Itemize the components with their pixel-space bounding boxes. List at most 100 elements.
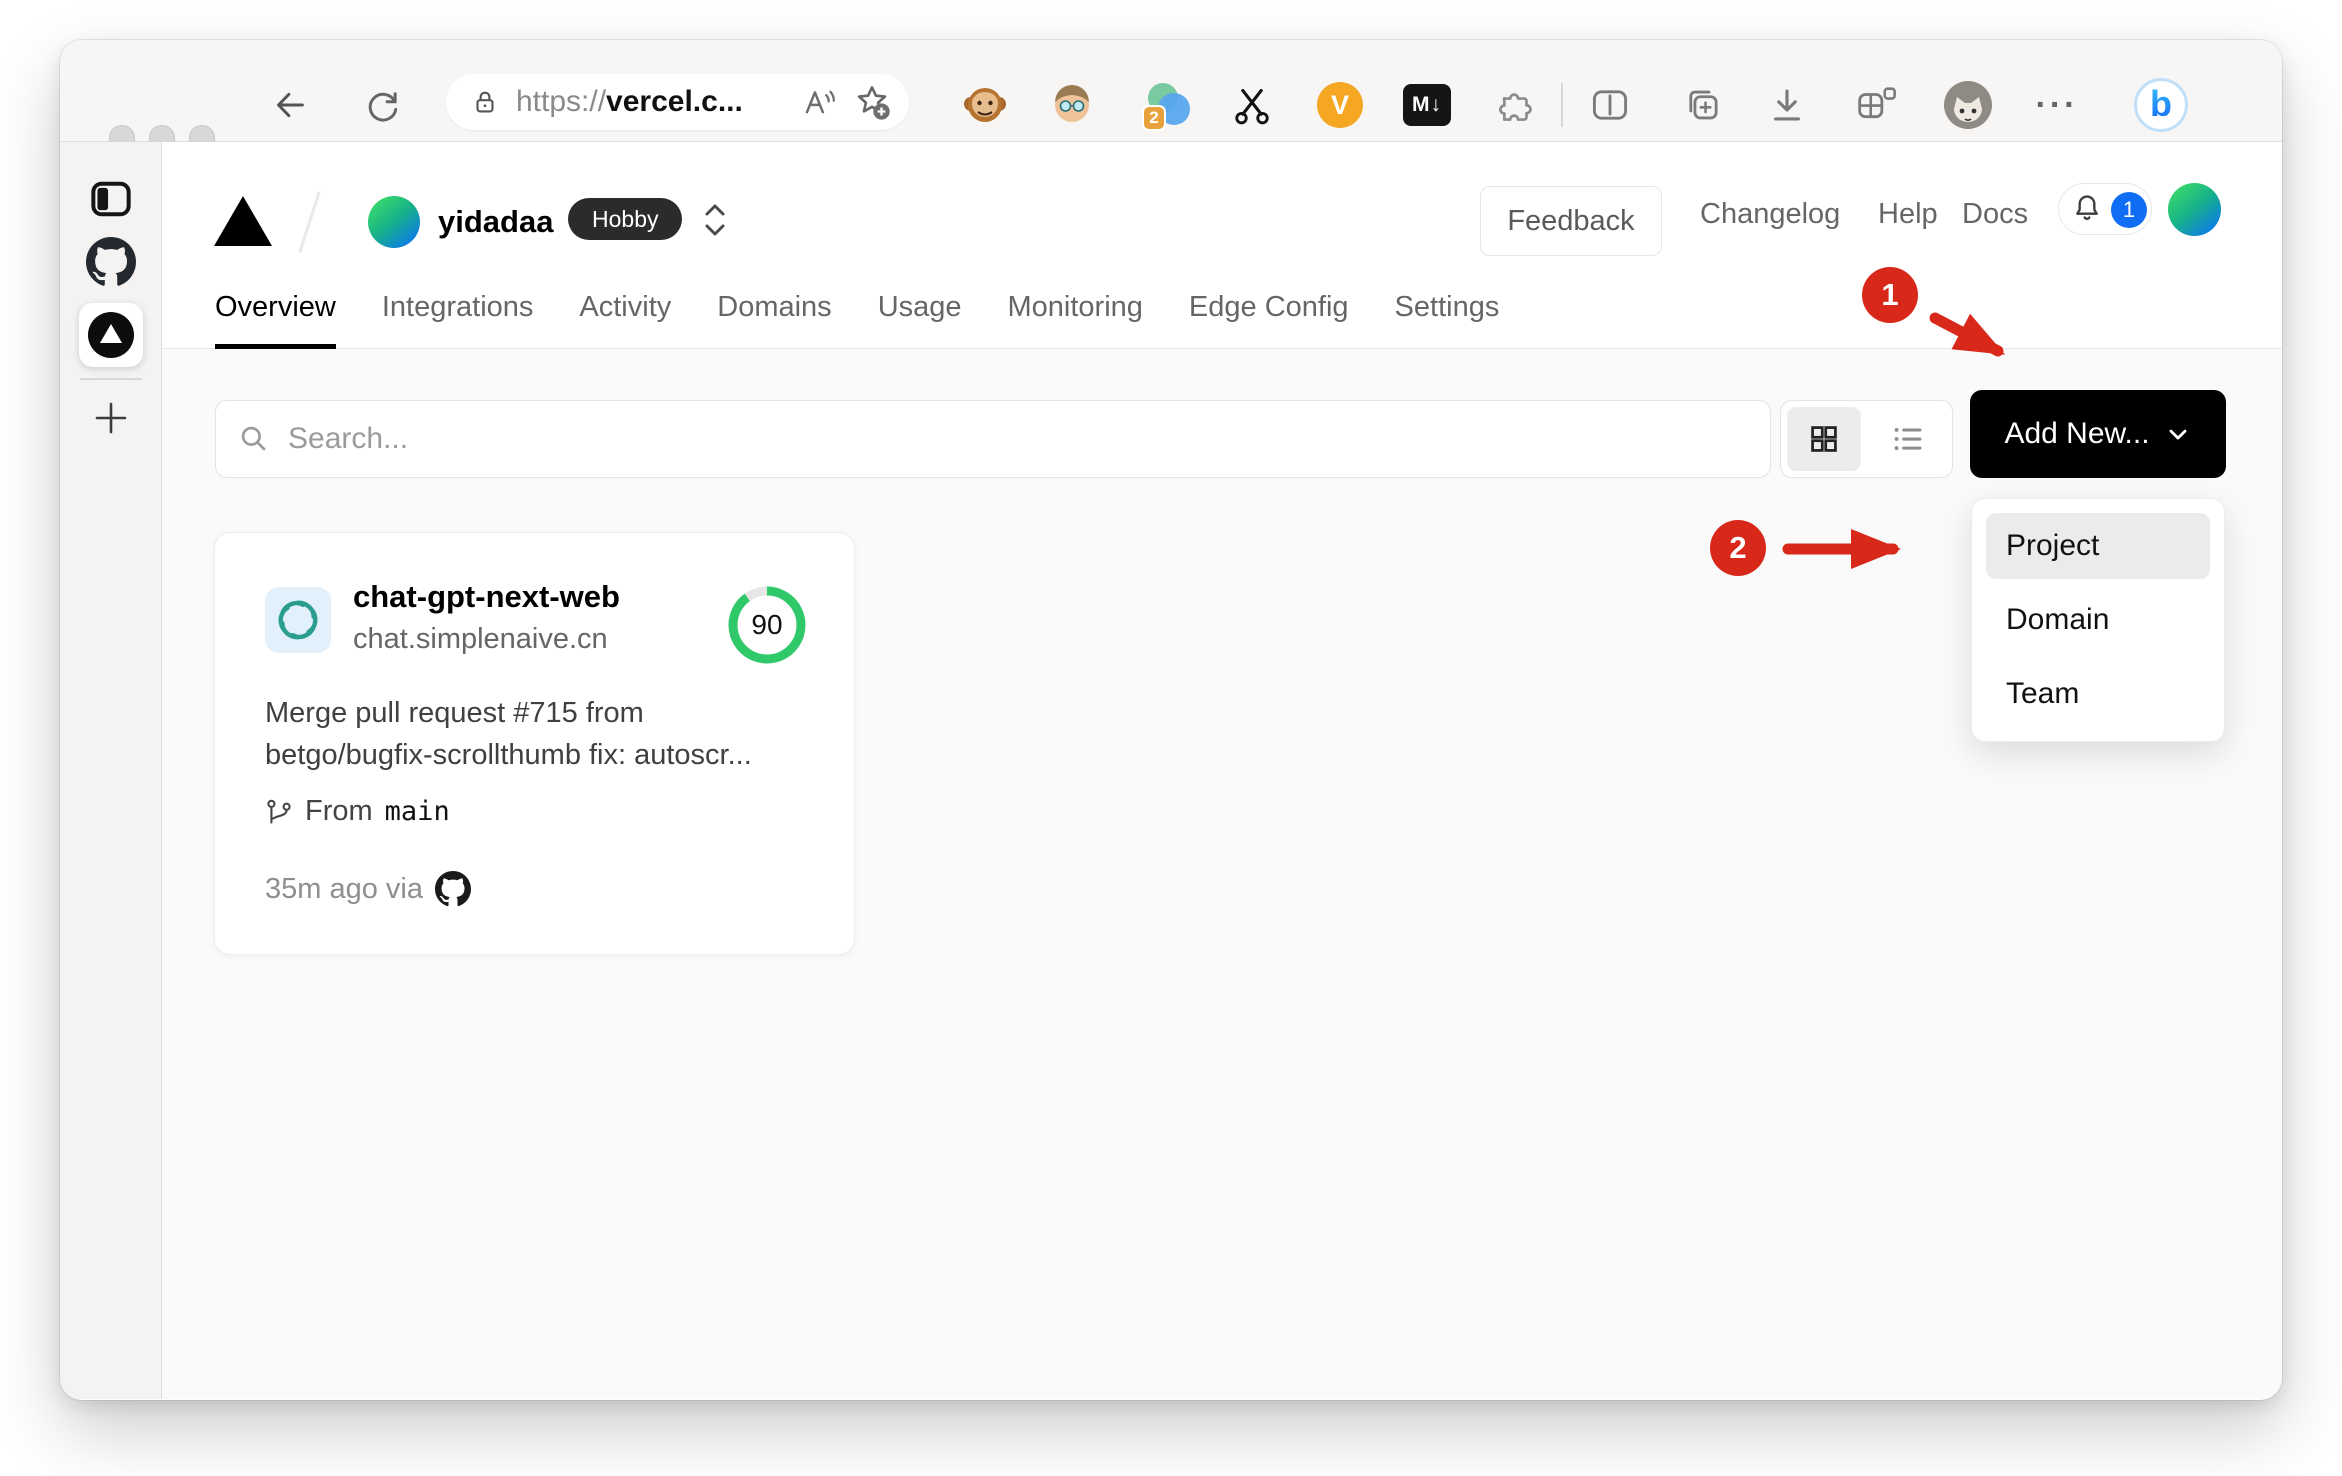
bing-chat-button[interactable]: b [2133, 77, 2189, 133]
cat-avatar [1944, 81, 1992, 129]
add-new-dropdown: Project Domain Team [1971, 498, 2225, 742]
project-name[interactable]: chat-gpt-next-web [353, 579, 620, 615]
tab-overview[interactable]: Overview [215, 291, 336, 349]
extension-markdown[interactable]: M↓ [1399, 77, 1455, 133]
add-new-label: Add New... [2004, 417, 2150, 450]
favorite-star-icon[interactable] [853, 83, 891, 121]
extensions-menu-button[interactable] [1488, 77, 1544, 133]
github-favicon [85, 237, 136, 286]
chevron-updown-icon [705, 204, 725, 236]
lighthouse-score-ring: 90 [727, 585, 807, 665]
project-domain[interactable]: chat.simplenaive.cn [353, 623, 608, 656]
tab-activity[interactable]: Activity [579, 291, 671, 348]
team-switcher-button[interactable] [702, 200, 728, 240]
docs-link[interactable]: Docs [1962, 198, 2028, 231]
branch-prefix: From [305, 795, 373, 827]
project-icon-tile [265, 587, 331, 653]
reload-icon [368, 92, 398, 122]
plan-badge: Hobby [568, 198, 683, 240]
tab-usage[interactable]: Usage [878, 291, 962, 348]
extension-tabs-counter[interactable]: 2 [1140, 77, 1196, 133]
circles-icon: 2 [1142, 83, 1190, 131]
new-tab-button[interactable] [87, 394, 135, 442]
v-circle-icon: V [1317, 82, 1363, 128]
changelog-link[interactable]: Changelog [1700, 198, 1840, 231]
menu-item-team[interactable]: Team [1986, 661, 2210, 727]
back-button[interactable] [262, 77, 318, 133]
extension-scissors[interactable] [1224, 77, 1280, 133]
split-screen-icon [1592, 90, 1628, 120]
tab-edge-config[interactable]: Edge Config [1189, 291, 1349, 348]
breadcrumb-slash [298, 191, 321, 253]
notification-count-badge: 1 [2111, 192, 2147, 228]
grid-view-icon [1810, 426, 1837, 452]
tab-monitoring[interactable]: Monitoring [1008, 291, 1143, 348]
more-menu-button[interactable]: ··· [2029, 77, 2085, 133]
apps-button[interactable] [1848, 77, 1904, 133]
git-branch-icon [267, 799, 291, 824]
apps-grid-icon [1858, 87, 1896, 119]
view-toggle [1780, 400, 1953, 478]
deployment-meta: 35m ago via [265, 871, 471, 907]
extension-v[interactable]: V [1312, 77, 1368, 133]
toolbar-divider [1561, 83, 1563, 127]
menu-item-domain[interactable]: Domain [1986, 587, 2210, 653]
tab-github[interactable] [85, 236, 137, 288]
bing-icon: b [2134, 78, 2188, 132]
annotation-step-1: 1 [1862, 267, 1918, 323]
split-screen-button[interactable] [1582, 77, 1638, 133]
deploy-time: 35m ago via [265, 872, 423, 905]
openai-logo-icon [278, 600, 318, 640]
tab-vercel-active[interactable] [78, 303, 143, 367]
svg-text:b: b [2150, 83, 2172, 124]
chevron-down-icon [2169, 429, 2186, 440]
lock-icon [476, 91, 494, 113]
feedback-button[interactable]: Feedback [1480, 186, 1662, 256]
page-content: yidadaa Hobby Feedback Changelog Help Do… [162, 142, 2282, 1399]
branch-row: From main [265, 795, 450, 828]
add-new-button[interactable]: Add New... [1970, 390, 2226, 478]
user-avatar[interactable] [2168, 183, 2221, 236]
scissors-icon [1235, 88, 1269, 125]
annotation-step-2: 2 [1710, 520, 1766, 576]
url-host: vercel.c... [606, 85, 743, 118]
reload-button[interactable] [354, 77, 410, 133]
list-view-icon [1894, 428, 1922, 450]
extension-monkey[interactable] [957, 77, 1013, 133]
vercel-logo[interactable] [214, 196, 272, 246]
face-glasses-icon [1055, 85, 1089, 122]
downloads-button[interactable] [1759, 77, 1815, 133]
plus-icon [95, 402, 126, 434]
markdown-icon: M↓ [1403, 84, 1451, 126]
menu-item-project[interactable]: Project [1986, 513, 2210, 579]
url-scheme: https:// [516, 85, 607, 118]
tab-settings[interactable]: Settings [1395, 291, 1500, 348]
github-icon [435, 871, 471, 907]
add-tab-to-group-button[interactable] [1674, 77, 1730, 133]
browser-vertical-tabs-sidebar [60, 142, 162, 1399]
sidebar-toggle-button[interactable] [83, 171, 139, 227]
tab-domains[interactable]: Domains [717, 291, 831, 348]
download-icon [1774, 89, 1800, 121]
score-value: 90 [751, 609, 783, 640]
extension-avatar-face[interactable] [1044, 77, 1100, 133]
puzzle-icon [1499, 93, 1532, 121]
notifications-button[interactable]: 1 [2058, 183, 2152, 235]
search-input[interactable] [288, 422, 1748, 456]
screenshot-canvas: https://vercel.c... 2 V M↓ ··· b yidadaa… [0, 0, 2342, 1476]
list-view-button[interactable] [1873, 407, 1947, 471]
project-card[interactable]: chat-gpt-next-web chat.simplenaive.cn 90… [214, 532, 855, 955]
profile-avatar-button[interactable] [1940, 77, 1996, 133]
team-avatar[interactable] [368, 196, 420, 248]
dashboard-tabs: Overview Integrations Activity Domains U… [215, 291, 1500, 349]
sidebar-divider [79, 378, 142, 380]
address-bar[interactable]: https://vercel.c... [446, 74, 909, 130]
vercel-header: yidadaa Hobby Feedback Changelog Help Do… [162, 142, 2282, 349]
project-search[interactable] [215, 400, 1771, 478]
team-name[interactable]: yidadaa [438, 204, 553, 240]
help-link[interactable]: Help [1878, 198, 1938, 231]
read-aloud-icon[interactable] [803, 87, 837, 117]
grid-view-button[interactable] [1787, 407, 1861, 471]
vercel-favicon [87, 312, 134, 358]
tab-integrations[interactable]: Integrations [382, 291, 534, 348]
